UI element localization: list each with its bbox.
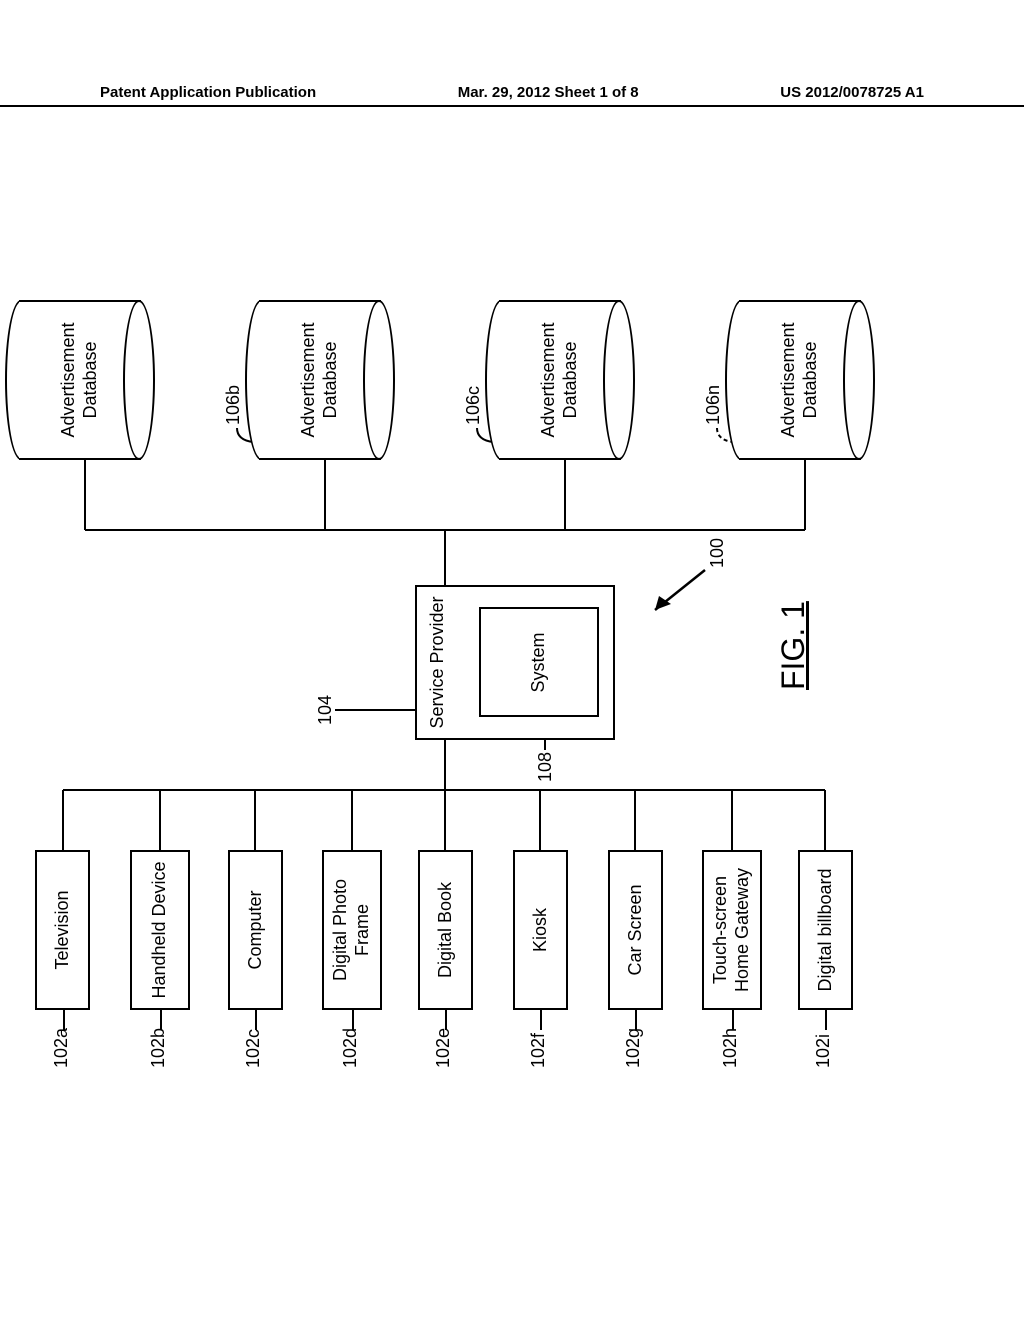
leader-102f	[540, 1010, 542, 1030]
leader-102d	[352, 1010, 354, 1030]
service-provider-block: Service Provider System	[415, 585, 615, 740]
ref-106n: 106n	[703, 385, 724, 425]
header-left: Patent Application Publication	[100, 84, 316, 101]
ref-106a: 106a	[0, 385, 4, 425]
leader-102e	[445, 1010, 447, 1030]
device-home-gateway: Touch-screen Home Gateway	[702, 850, 762, 1010]
device-computer: Computer	[228, 850, 283, 1010]
leader-102i	[825, 1010, 827, 1030]
device-digital-book: Digital Book	[418, 850, 473, 1010]
ref-102i: 102i	[813, 1034, 834, 1068]
device-car-screen: Car Screen	[608, 850, 663, 1010]
leader-102a	[63, 1010, 65, 1030]
service-provider-label: Service Provider	[427, 596, 449, 728]
ref-100: 100	[707, 538, 728, 568]
figure-1-diagram: Television 102a Handheld Device 102b Com…	[15, 290, 1015, 1050]
ref-106b: 106b	[223, 385, 244, 425]
ref-108: 108	[535, 752, 556, 782]
leader-102g	[635, 1010, 637, 1030]
device-billboard: Digital billboard	[798, 850, 853, 1010]
header-right: US 2012/0078725 A1	[780, 84, 924, 101]
device-kiosk: Kiosk	[513, 850, 568, 1010]
ref-102b: 102b	[148, 1028, 169, 1068]
device-photo-frame: Digital Photo Frame	[322, 850, 382, 1010]
ref-104: 104	[315, 695, 336, 725]
database-106a: Advertisement Database	[5, 300, 155, 460]
ref-102g: 102g	[623, 1028, 644, 1068]
system-label: System	[528, 633, 550, 693]
ref-106c: 106c	[463, 386, 484, 425]
figure-caption: FIG. 1	[775, 601, 812, 690]
header-center: Mar. 29, 2012 Sheet 1 of 8	[458, 84, 639, 101]
page-header: Patent Application Publication Mar. 29, …	[0, 84, 1024, 107]
device-television: Television	[35, 850, 90, 1010]
database-106c: Advertisement Database	[485, 300, 635, 460]
ref-102f: 102f	[528, 1033, 549, 1068]
database-106b: Advertisement Database	[245, 300, 395, 460]
ref-102e: 102e	[433, 1028, 454, 1068]
database-106n: Advertisement Database	[725, 300, 875, 460]
ref-102a: 102a	[51, 1028, 72, 1068]
ref-102h: 102h	[720, 1028, 741, 1068]
system-block: System	[479, 608, 599, 718]
leader-102c	[255, 1010, 257, 1030]
leader-102h	[732, 1010, 734, 1030]
leader-102b	[160, 1010, 162, 1030]
ref-102c: 102c	[243, 1029, 264, 1068]
ref-102d: 102d	[340, 1028, 361, 1068]
device-handheld: Handheld Device	[130, 850, 190, 1010]
